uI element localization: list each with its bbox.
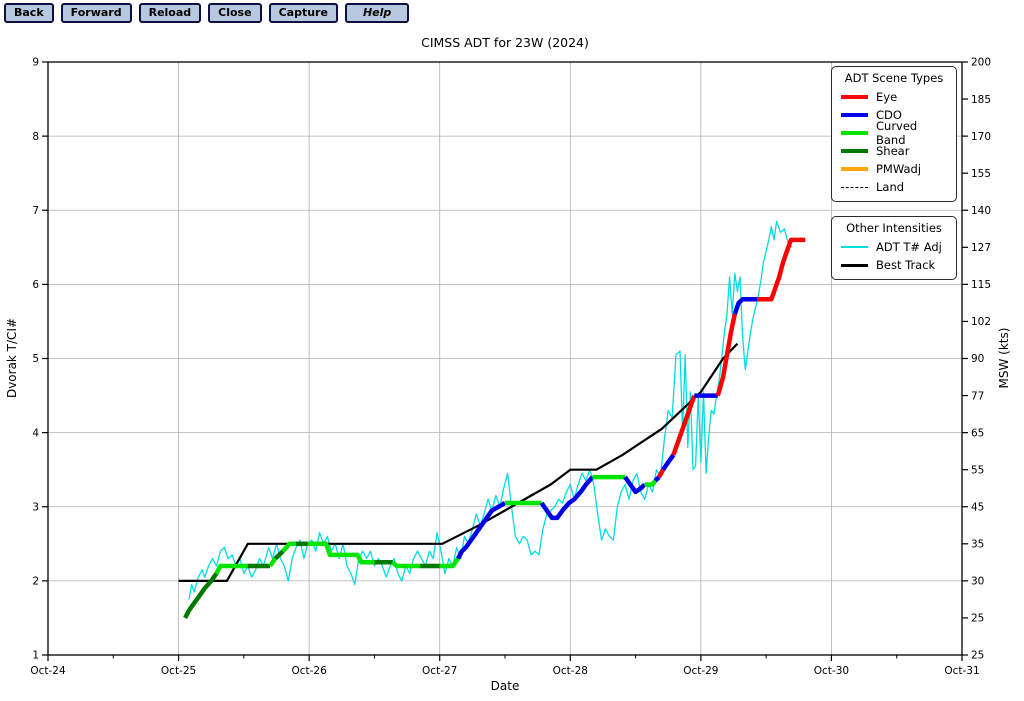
legend-swatch-curved-band [841,130,868,136]
reload-button[interactable]: Reload [138,3,202,23]
y-right-tick-label: 170 [971,131,991,143]
legend-swatch-pmwadj [841,166,868,172]
chart-title: CIMSS ADT for 23W (2024) [421,35,589,50]
x-tick-label: Oct-28 [553,665,588,677]
back-button[interactable]: Back [4,3,54,23]
ci-segment-eye [757,237,806,302]
legend-entry: ADT T# Adj [841,238,947,256]
y-right-tick-label: 90 [971,353,984,365]
legend-swatch-land [841,186,868,188]
y-left-tick-label: 2 [32,576,39,588]
y-left-tick-label: 5 [32,353,39,365]
legend-entry: Curved Band [841,119,947,147]
capture-button[interactable]: Capture [268,3,338,23]
legend-label: Land [876,180,905,194]
y-right-tick-label: 200 [971,57,991,69]
legend-label: PMWadj [876,162,922,176]
help-button[interactable]: Help [344,3,410,23]
y-right-tick-label: 185 [971,94,991,106]
y-right-tick-label: 25 [971,613,984,625]
legend-swatch-adt-t-adj [841,246,868,248]
ci-segment-eye [657,468,665,479]
y-left-tick-label: 3 [32,501,39,513]
legend-swatch-eye [841,94,868,100]
y-left-tick-label: 6 [32,279,39,291]
ci-segment-curved-band [268,557,278,568]
x-tick-label: Oct-25 [161,665,196,677]
x-tick-label: Oct-30 [814,665,849,677]
legend-swatch-best-track [841,263,868,267]
forward-button[interactable]: Forward [60,3,132,23]
y-right-tick-label: 115 [971,279,991,291]
ci-segment-curved-band [391,560,421,569]
y-right-tick-label: 155 [971,168,991,180]
y-right-tick-label: 127 [971,242,991,254]
ci-segment-eye [715,313,738,397]
y-right-tick-label: 35 [971,539,984,551]
adt-plot: Oct-24 Oct-25 Oct-26 Oct-27 Oct-28 Oct-29 Oct-… [0,0,1024,697]
legend-scene-types: ADT Scene Types Eye CDO Curved Band Shear PM… [831,66,957,202]
legend-other-title: Other Intensities [846,221,942,235]
ci-segment-cdo [661,453,676,471]
legend-scene-title: ADT Scene Types [844,71,944,85]
legend-entry: Best Track [841,256,947,274]
ci-segment-cdo [456,501,507,560]
x-axis-label: Date [491,679,520,693]
ci-segment-cdo [539,475,595,521]
ci-segment-curved-band [644,479,658,487]
close-button[interactable]: Close [208,3,262,23]
legend-label: Best Track [876,258,936,272]
y-left-tick-label: 1 [32,650,39,662]
grid-layer [48,62,962,655]
y-left-axis-label: Dvorak T/CI# [5,318,19,398]
series-layer [178,220,806,619]
y-left-tick-label: 4 [32,427,39,439]
x-tick-label: Oct-26 [291,665,327,677]
y-right-axis-label: MSW (kts) [997,328,1011,389]
x-tick-label: Oct-27 [422,665,457,677]
legend-other-rows: ADT T# Adj Best Track [841,238,947,274]
legend-label: ADT T# Adj [876,240,942,254]
legend-label: Eye [876,90,898,104]
y-right-tick-label: 25 [971,650,984,662]
legend-entry: Land [841,178,947,196]
y-right-tick-label: 140 [971,205,991,217]
legend-entry: Eye [841,88,947,106]
ci-segment-cdo [732,296,757,315]
x-tick-label: Oct-29 [683,665,718,677]
ci-segment-cdo [623,475,647,495]
legend-label: Shear [876,144,910,158]
legend-label: Curved Band [876,119,918,147]
y-right-tick-label: 65 [971,427,984,439]
y-right-tick-label: 102 [971,316,991,328]
ci-segment-shear [273,549,285,561]
y-left-tick-label: 7 [32,205,39,217]
legend-entry: PMWadj [841,160,947,178]
ci-segment-curved-band [307,541,375,565]
y-left-tick-label: 9 [32,57,39,69]
toolbar: Back Forward Reload Close Capture Help [4,3,410,23]
y-right-tick-label: 45 [971,501,984,513]
best-track-line [178,342,739,583]
legend-other-intensities: Other Intensities ADT T# Adj Best Track [831,216,957,280]
y-right-tick-label: 55 [971,464,984,476]
ci-segment-curved-band [281,541,297,553]
ci-segment-cdo [653,475,661,483]
legend-swatch-shear [841,148,868,154]
legend-swatch-cdo [841,112,868,118]
x-tick-label: Oct-31 [944,665,979,677]
legend-scene-rows: Eye CDO Curved Band Shear PMWadj Land [841,88,947,196]
y-left-tick-label: 8 [32,131,39,143]
y-right-tick-label: 77 [971,390,984,402]
x-tick-label: Oct-24 [30,665,66,677]
y-right-tick-label: 30 [971,576,984,588]
